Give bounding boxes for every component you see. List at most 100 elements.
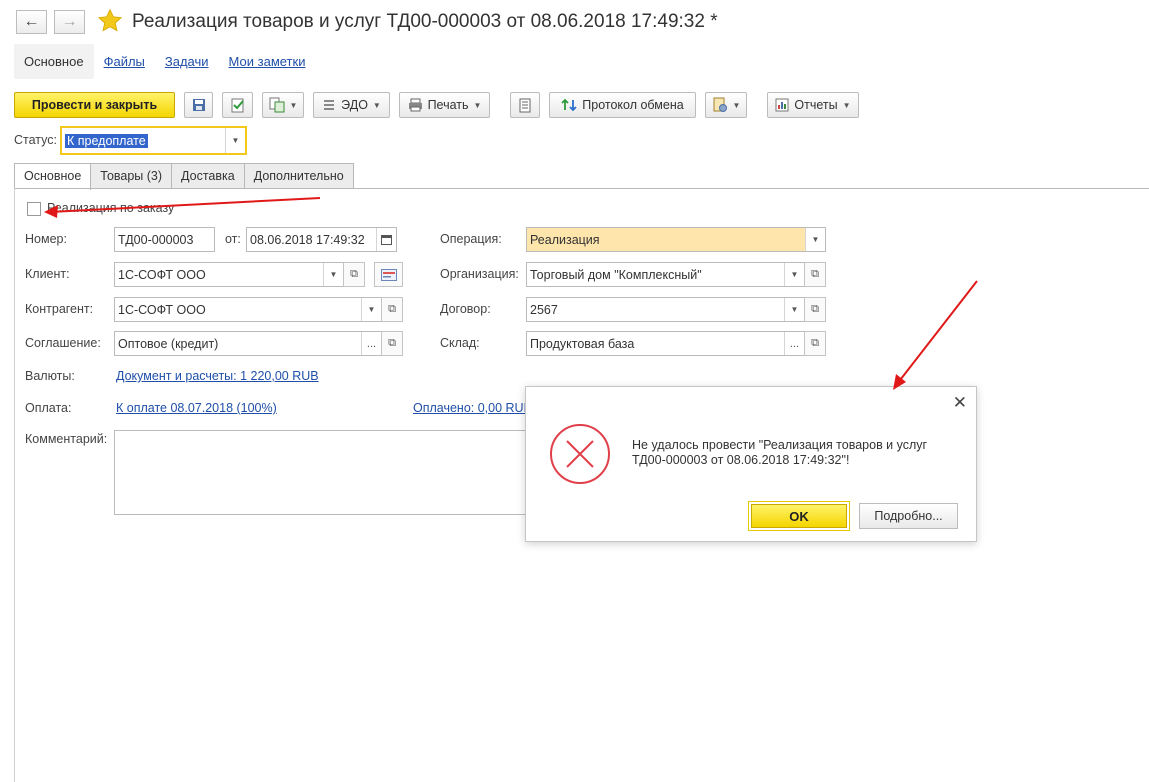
organization-open-button[interactable]: ⧉ (804, 262, 826, 287)
chevron-down-icon: ▼ (372, 100, 381, 110)
create-based-on-icon (269, 97, 285, 113)
tab-tasks[interactable]: Задачи (155, 54, 219, 69)
ellipsis-icon[interactable]: ... (784, 332, 804, 355)
tab-goods[interactable]: Товары (3) (90, 163, 173, 189)
payment-label: Оплата: (25, 401, 72, 415)
calendar-icon[interactable] (376, 228, 396, 251)
arrow-left-icon: ← (23, 13, 40, 30)
currency-link[interactable]: Документ и расчеты: 1 220,00 RUB (116, 369, 319, 383)
create-based-on-button[interactable]: ▼ (262, 92, 304, 118)
warehouse-field[interactable]: Продуктовая база ... (526, 331, 805, 356)
post-button[interactable] (222, 92, 253, 118)
panel-border (14, 188, 15, 782)
operation-field[interactable]: Реализация ▼ (526, 227, 826, 252)
chevron-down-icon: ▼ (842, 100, 851, 110)
by-order-checkbox[interactable] (27, 202, 41, 216)
window-title: Реализация товаров и услуг ТД00-000003 о… (132, 11, 718, 32)
status-select[interactable]: К предоплате ▼ (60, 126, 247, 155)
chevron-down-icon[interactable]: ▼ (805, 228, 825, 251)
contract-value: 2567 (530, 302, 558, 317)
exchange-log-label: Протокол обмена (582, 98, 684, 112)
document-settings-icon (713, 97, 727, 112)
details-button[interactable]: Подробно... (859, 503, 958, 529)
chevron-down-icon[interactable]: ▼ (323, 263, 343, 286)
edo-button[interactable]: ЭДО ▼ (313, 92, 390, 118)
number-field[interactable]: ТД00-000003 (114, 227, 215, 252)
date-value: 08.06.2018 17:49:32 (250, 232, 365, 247)
top-tabs: Основное Файлы Задачи Мои заметки (14, 44, 315, 79)
comment-textarea[interactable] (114, 430, 534, 515)
print-label: Печать (427, 98, 469, 112)
agreement-value: Оптовое (кредит) (118, 336, 219, 351)
close-icon[interactable]: ✕ (953, 393, 967, 413)
date-field[interactable]: 08.06.2018 17:49:32 (246, 227, 397, 252)
client-card-button[interactable] (374, 262, 403, 287)
by-order-label: Реализация по заказу (47, 201, 175, 215)
ellipsis-icon[interactable]: ... (361, 332, 381, 355)
print-button[interactable]: Печать ▼ (399, 92, 490, 118)
organization-value: Торговый дом "Комплексный" (530, 267, 702, 282)
chevron-down-icon[interactable]: ▼ (225, 128, 245, 153)
chevron-down-icon: ▼ (732, 100, 741, 110)
paid-link[interactable]: Оплачено: 0,00 RUB (413, 401, 532, 415)
reports-button[interactable]: Отчеты ▼ (767, 92, 859, 118)
error-message: Не удалось провести "Реализация товаров … (632, 438, 927, 468)
date-from-label: от: (225, 232, 241, 246)
ok-button[interactable]: OK (748, 501, 850, 531)
counterparty-label: Контрагент: (25, 302, 94, 316)
operation-value: Реализация (530, 232, 600, 247)
error-dialog: ✕ Не удалось провести "Реализация товаро… (525, 386, 977, 542)
open-window-icon: ⧉ (388, 337, 396, 349)
tab-basic[interactable]: Основное (14, 163, 92, 190)
tab-delivery[interactable]: Доставка (171, 163, 245, 189)
warehouse-label: Склад: (440, 336, 480, 350)
agreement-field[interactable]: Оптовое (кредит) ... (114, 331, 382, 356)
exchange-log-button[interactable]: Протокол обмена (549, 92, 696, 118)
status-value: К предоплате (65, 133, 148, 148)
arrow-right-icon: → (61, 13, 78, 30)
star-icon[interactable] (97, 8, 123, 34)
client-label: Клиент: (25, 267, 70, 281)
reports-icon (775, 98, 789, 112)
contract-label: Договор: (440, 302, 491, 316)
edo-icon (324, 100, 335, 110)
forward-button[interactable]: → (54, 10, 85, 34)
counterparty-value: 1С-СОФТ ООО (118, 302, 206, 317)
back-button[interactable]: ← (16, 10, 47, 34)
counterparty-field[interactable]: 1С-СОФТ ООО ▼ (114, 297, 382, 322)
counterparty-open-button[interactable]: ⧉ (381, 297, 403, 322)
tab-additional[interactable]: Дополнительно (243, 163, 354, 189)
reports-label: Отчеты (794, 98, 838, 112)
chevron-down-icon[interactable]: ▼ (784, 263, 804, 286)
chevron-down-icon[interactable]: ▼ (784, 298, 804, 321)
list-icon (519, 98, 531, 112)
annotation-arrow-dialog (893, 280, 978, 390)
warehouse-value: Продуктовая база (530, 336, 635, 351)
floppy-disk-icon (192, 99, 205, 111)
tab-my-notes[interactable]: Мои заметки (219, 54, 316, 69)
organization-label: Организация: (440, 267, 519, 281)
client-field[interactable]: 1С-СОФТ ООО ▼ (114, 262, 344, 287)
organization-field[interactable]: Торговый дом "Комплексный" ▼ (526, 262, 805, 287)
chevron-down-icon[interactable]: ▼ (361, 298, 381, 321)
warehouse-open-button[interactable]: ⧉ (804, 331, 826, 356)
attachments-button[interactable]: ▼ (705, 92, 747, 118)
save-button[interactable] (184, 92, 213, 118)
tab-files[interactable]: Файлы (94, 54, 155, 69)
journal-button[interactable] (510, 92, 540, 118)
tab-main[interactable]: Основное (14, 44, 94, 79)
chevron-down-icon: ▼ (289, 100, 298, 110)
contract-field[interactable]: 2567 ▼ (526, 297, 805, 322)
payment-link[interactable]: К оплате 08.07.2018 (100%) (116, 401, 277, 415)
exchange-arrows-icon (561, 98, 577, 112)
form-tabs: Основное Товары (3) Доставка Дополнитель… (14, 163, 354, 190)
comment-label: Комментарий: (25, 432, 108, 446)
client-open-button[interactable]: ⧉ (343, 262, 365, 287)
operation-label: Операция: (440, 232, 502, 246)
open-window-icon: ⧉ (811, 337, 819, 349)
ok-label: OK (751, 504, 847, 528)
agreement-open-button[interactable]: ⧉ (381, 331, 403, 356)
post-and-close-button[interactable]: Провести и закрыть (14, 92, 175, 118)
number-value: ТД00-000003 (118, 232, 194, 247)
contract-open-button[interactable]: ⧉ (804, 297, 826, 322)
